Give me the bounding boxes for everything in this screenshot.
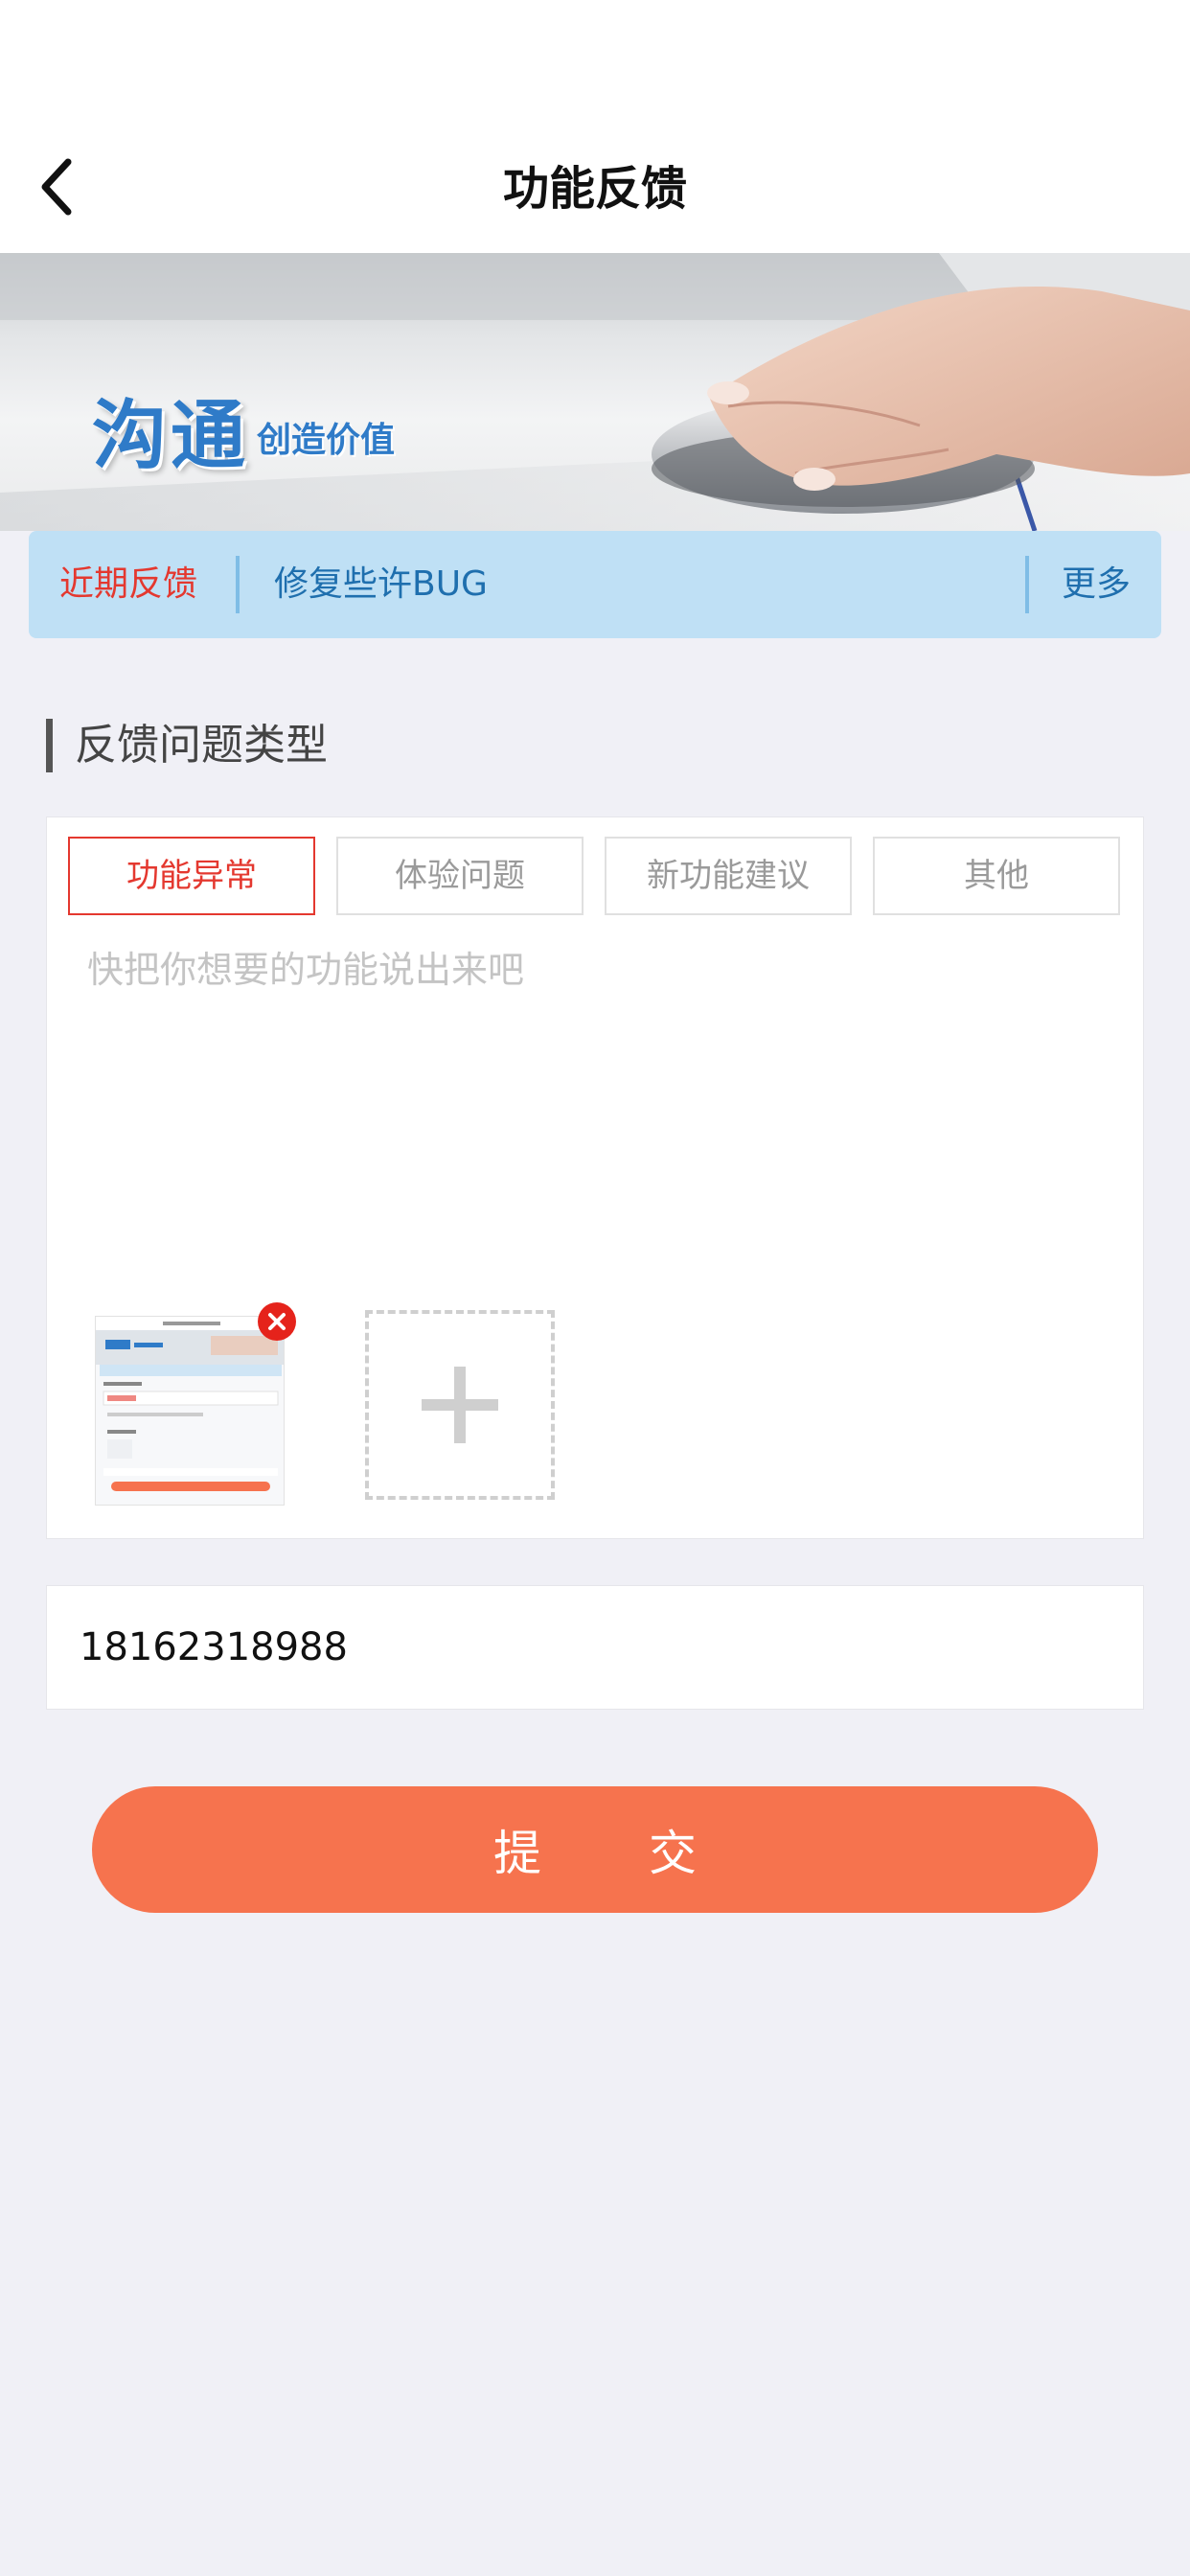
- banner-slogan: 创造价值: [257, 421, 396, 460]
- section-title-marker: [46, 719, 53, 772]
- submit-button[interactable]: 提 交: [92, 1786, 1098, 1913]
- feedback-screen: 功能反馈 沟通 创造价值 近期反馈 修复些许BUG 更多 反馈问题类型 功能异常…: [0, 0, 1190, 2576]
- nav-header: 功能反馈: [0, 0, 1190, 253]
- type-tab-function-error[interactable]: 功能异常: [68, 837, 315, 915]
- banner-logo: 沟通: [92, 393, 250, 479]
- notice-tag: 近期反馈: [59, 564, 198, 604]
- more-link[interactable]: 更多: [1062, 531, 1131, 638]
- notice-text[interactable]: 修复些许BUG: [274, 531, 488, 638]
- type-tab-experience[interactable]: 体验问题: [336, 837, 584, 915]
- plus-icon: [422, 1367, 498, 1443]
- remove-image-button[interactable]: [258, 1302, 296, 1341]
- section-title: 反馈问题类型: [75, 721, 328, 770]
- feedback-card: 功能异常 体验问题 新功能建议 其他: [46, 816, 1144, 1539]
- notice-divider: [1025, 556, 1029, 613]
- phone-input[interactable]: [80, 1586, 1095, 1709]
- attached-image-thumbnail[interactable]: [95, 1316, 285, 1506]
- type-tab-new-feature[interactable]: 新功能建议: [605, 837, 852, 915]
- notice-divider: [236, 556, 240, 613]
- page-title: 功能反馈: [502, 162, 687, 216]
- screenshot-thumbnail-image: [96, 1317, 284, 1505]
- banner-image: 沟通 创造价值: [0, 253, 1190, 531]
- feedback-textarea[interactable]: [87, 940, 1103, 1093]
- recent-feedback-bar: 近期反馈 修复些许BUG 更多: [29, 531, 1161, 638]
- contact-phone-field: [46, 1585, 1144, 1710]
- add-image-button[interactable]: [365, 1310, 555, 1500]
- close-icon: [268, 1313, 286, 1330]
- type-tab-other[interactable]: 其他: [873, 837, 1120, 915]
